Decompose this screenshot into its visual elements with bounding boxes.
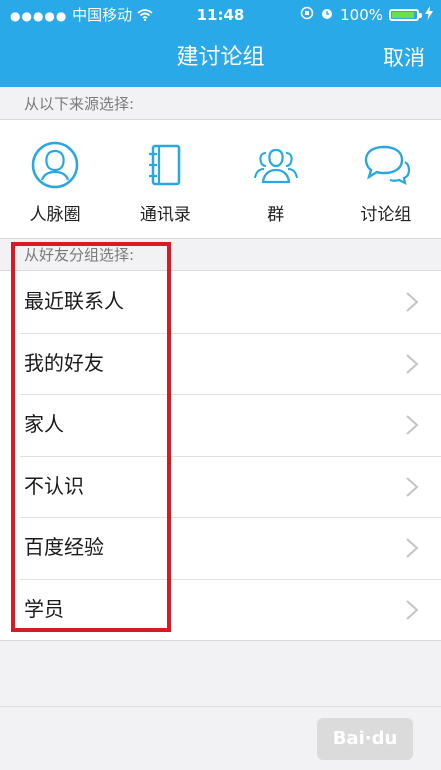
source-label: 人脉圈 [29,205,81,225]
chevron-right-icon [406,538,419,558]
chat-bubbles-icon [364,145,410,185]
page-title: 建讨论组 [176,45,265,70]
person-circle-icon [31,141,79,189]
list-item[interactable]: 学员 [0,578,441,641]
source-item-contacts-circle[interactable]: 人脉圈 [0,120,110,238]
source-item-discussion-groups[interactable]: 讨论组 [331,120,441,238]
list-item-label: 百度经验 [24,535,104,559]
alarm-icon [320,0,334,30]
source-item-address-book[interactable]: 通讯录 [110,120,220,238]
list-item-label: 最近联系人 [24,289,124,313]
chevron-right-icon [406,599,419,620]
list-item[interactable]: 家人 [0,394,441,456]
friend-groups-section-label: 从好友分组选择: [24,246,135,264]
top-bar: ●●●●● 中国移动 11:48 100% 建讨论组 取消 [0,0,441,87]
charging-icon [425,0,433,30]
address-book-icon [149,144,181,186]
list-item-label: 学员 [24,596,64,621]
friend-group-list: 最近联系人 我的好友 家人 不认识 百度经验 学员 [0,270,441,641]
list-item[interactable]: 百度经验 [0,517,441,579]
cancel-button[interactable]: 取消 [383,38,425,78]
list-item-label: 我的好友 [24,350,104,375]
divider [0,706,441,707]
chevron-right-icon [406,353,419,374]
chevron-right-icon [406,415,419,435]
chevron-right-icon [406,476,419,497]
status-right: 100% [300,0,433,30]
baidu-watermark: Bai⋅du [317,718,413,760]
list-item[interactable]: 我的好友 [0,332,441,395]
battery-icon [389,9,422,21]
chevron-right-icon [406,292,419,312]
group-icon [253,148,298,184]
source-label: 讨论组 [360,205,412,225]
status-bar: ●●●●● 中国移动 11:48 100% [0,0,441,30]
source-item-groups[interactable]: 群 [221,120,331,238]
source-label: 群 [267,205,285,225]
list-item-label: 不认识 [24,473,84,498]
list-item-label: 家人 [24,412,64,436]
rotation-lock-icon [300,0,314,30]
source-picker: 人脉圈 通讯录 群 讨论组 [0,119,441,239]
list-item[interactable]: 不认识 [0,455,441,518]
list-item[interactable]: 最近联系人 [0,271,441,333]
source-label: 通讯录 [139,205,191,225]
battery-fill [392,12,414,18]
battery-percent: 100% [340,6,383,24]
sources-section-label: 从以下来源选择: [24,95,135,113]
